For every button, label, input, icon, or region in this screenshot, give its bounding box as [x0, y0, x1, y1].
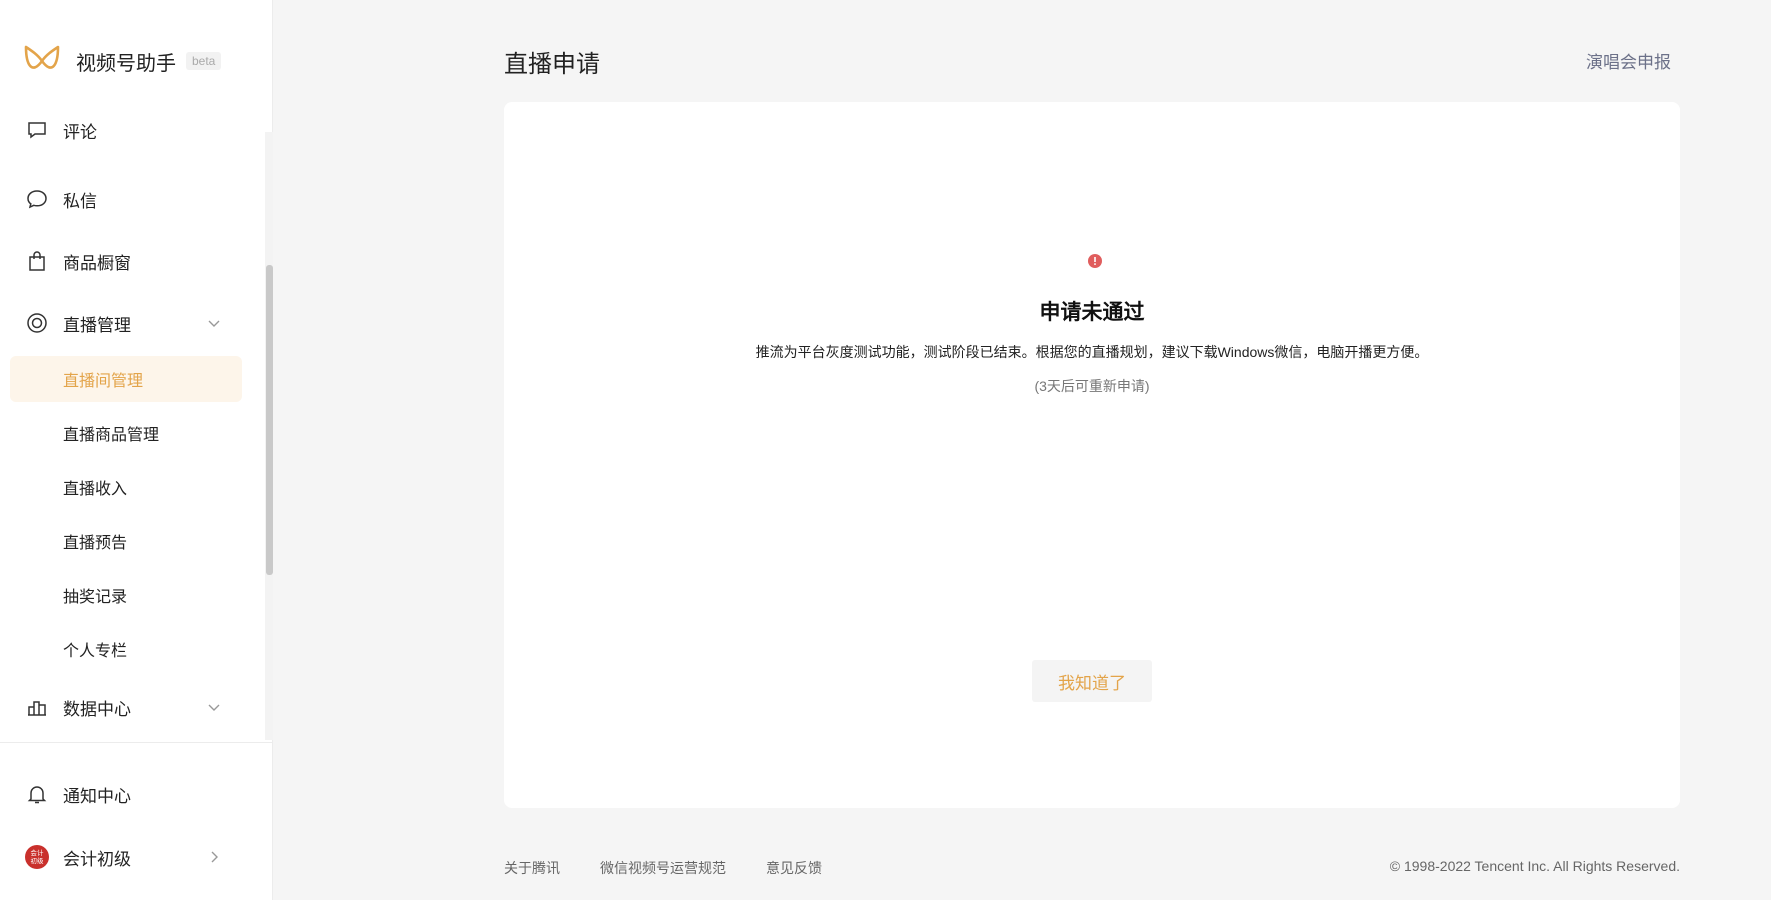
- reapply-note: (3天后可重新申请): [1034, 378, 1150, 394]
- sidebar-item-label: 直播预告: [63, 535, 128, 552]
- nav-menu: 评论 私信 商品橱窗 直播管理 直播间管理 直播商品管理 直播收入 直播预告 抽…: [0, 118, 273, 738]
- sidebar-item-live-preview[interactable]: 直播预告: [10, 518, 242, 564]
- sidebar-item-messages[interactable]: 私信: [0, 177, 265, 221]
- bell-icon: [25, 782, 49, 806]
- sidebar-item-label: 通知中心: [63, 786, 131, 806]
- sidebar-item-live-products[interactable]: 直播商品管理: [10, 410, 242, 456]
- sidebar-item-label: 私信: [63, 191, 97, 211]
- account-menu[interactable]: 会计 初级 会计初级: [0, 835, 265, 879]
- sidebar: 视频号助手 beta 评论 私信 商品橱窗 直播管理 直播间管理 直播商品管理 …: [0, 0, 273, 900]
- footer-link-operation-rules[interactable]: 微信视频号运营规范: [600, 858, 726, 878]
- sidebar-divider: [0, 742, 273, 743]
- bar-chart-icon: [25, 695, 49, 719]
- account-name: 会计初级: [63, 849, 131, 869]
- sidebar-item-personal-column[interactable]: 个人专栏: [10, 626, 242, 672]
- logo-icon: [24, 45, 60, 69]
- footer-link-feedback[interactable]: 意见反馈: [766, 858, 822, 878]
- sidebar-item-label: 商品橱窗: [63, 253, 131, 273]
- sidebar-item-notifications[interactable]: 通知中心: [0, 772, 265, 816]
- sidebar-item-data-center[interactable]: 数据中心: [0, 685, 265, 729]
- acknowledge-button[interactable]: 我知道了: [1032, 660, 1152, 702]
- sidebar-item-live-management[interactable]: 直播管理: [0, 301, 265, 345]
- comment-icon: [25, 118, 49, 142]
- sidebar-scrollbar-thumb[interactable]: [266, 265, 273, 575]
- chevron-down-icon: [208, 704, 220, 711]
- page-title: 直播申请: [504, 51, 600, 78]
- live-broadcast-icon: [25, 311, 49, 335]
- concert-report-link[interactable]: 演唱会申报: [1586, 48, 1671, 73]
- shopping-bag-icon: [25, 249, 49, 273]
- brand[interactable]: 视频号助手 beta: [22, 40, 222, 82]
- chevron-down-icon: [208, 320, 220, 327]
- sidebar-item-live-room[interactable]: 直播间管理: [10, 356, 242, 402]
- beta-badge: beta: [186, 52, 222, 70]
- sidebar-item-label: 个人专栏: [63, 643, 128, 660]
- avatar: 会计 初级: [25, 845, 49, 869]
- sidebar-item-label: 评论: [63, 122, 97, 142]
- status-title: 申请未通过: [1039, 301, 1145, 324]
- sidebar-item-label: 数据中心: [63, 699, 131, 719]
- sidebar-item-label: 抽奖记录: [63, 589, 128, 606]
- sidebar-item-shop-window[interactable]: 商品橱窗: [0, 239, 265, 283]
- message-bubble-icon: [25, 187, 49, 211]
- sidebar-item-label: 直播管理: [63, 315, 131, 335]
- sidebar-item-live-income[interactable]: 直播收入: [10, 464, 242, 510]
- status-description: 推流为平台灰度测试功能，测试阶段已结束。根据您的直播规划，建议下载Windows…: [755, 344, 1429, 360]
- sidebar-item-label: 直播收入: [63, 481, 128, 498]
- footer-link-about-tencent[interactable]: 关于腾讯: [504, 858, 560, 878]
- application-result-card: 申请未通过 推流为平台灰度测试功能，测试阶段已结束。根据您的直播规划，建议下载W…: [504, 102, 1680, 808]
- error-icon: [1088, 254, 1102, 268]
- svg-text:会计: 会计: [31, 848, 44, 857]
- sidebar-item-label: 直播商品管理: [63, 427, 160, 444]
- sidebar-item-lottery-records[interactable]: 抽奖记录: [10, 572, 242, 618]
- svg-text:初级: 初级: [31, 856, 44, 865]
- app-name: 视频号助手: [76, 52, 176, 75]
- chevron-right-icon: [211, 851, 218, 863]
- copyright: © 1998-2022 Tencent Inc. All Rights Rese…: [1389, 858, 1680, 874]
- sidebar-item-label: 直播间管理: [63, 373, 144, 390]
- sidebar-item-comments[interactable]: 评论: [0, 118, 265, 152]
